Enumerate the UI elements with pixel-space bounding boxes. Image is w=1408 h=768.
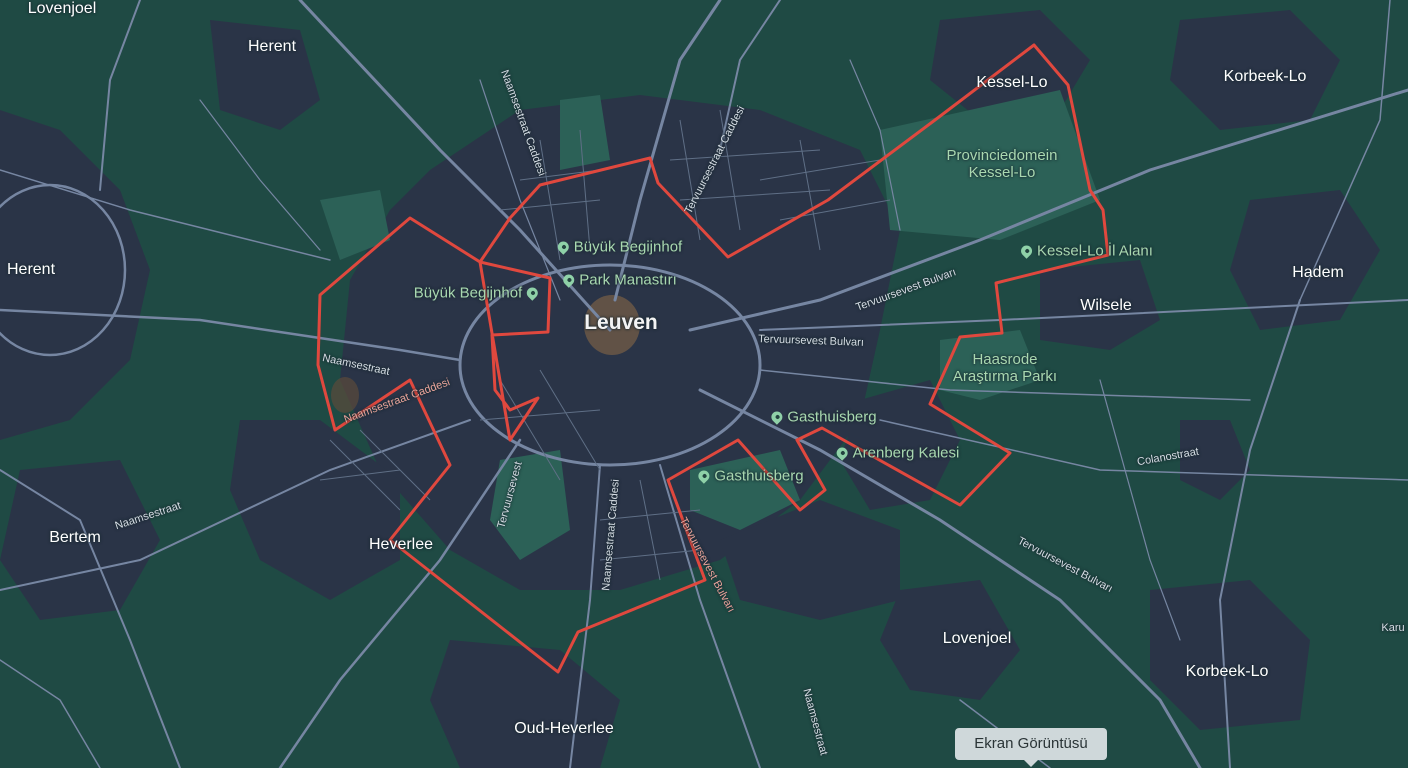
urban-highlight bbox=[331, 377, 359, 413]
poi-marker[interactable]: Park Manastırı bbox=[560, 272, 677, 289]
map-pin-icon bbox=[834, 445, 850, 461]
street-label: Karu bbox=[1381, 622, 1405, 634]
city-label: Herent bbox=[247, 38, 297, 55]
poi-marker[interactable]: Gasthuisberg bbox=[696, 468, 804, 485]
map-pin-icon bbox=[555, 239, 572, 255]
park-label: Provinciedomein Kessel-Lo bbox=[946, 147, 1058, 181]
poi-marker[interactable]: Büyük Begijnhof bbox=[555, 239, 682, 256]
poi-marker[interactable]: Arenberg Kalesi bbox=[834, 445, 959, 462]
poi-marker[interactable]: Büyük Begijnhof bbox=[414, 285, 541, 302]
map-pin-icon bbox=[769, 409, 785, 425]
map-pin-icon bbox=[1018, 243, 1035, 259]
city-label: Korbeek-Lo bbox=[1185, 663, 1269, 680]
map-pin-icon bbox=[524, 285, 541, 301]
city-label: Wilsele bbox=[1080, 297, 1132, 314]
poi-marker[interactable]: Kessel-Lo İl Alanı bbox=[1018, 243, 1153, 260]
map-pin-icon bbox=[560, 272, 577, 288]
city-label: Korbeek-Lo bbox=[1223, 68, 1307, 85]
city-label: Hadem bbox=[1292, 264, 1344, 281]
center-city-label: Leuven bbox=[584, 311, 658, 334]
map-canvas[interactable] bbox=[0, 0, 1408, 768]
park-label: Haasrode Araştırma Parkı bbox=[952, 351, 1058, 385]
city-label: Bertem bbox=[49, 529, 101, 546]
city-label: Lovenjoel bbox=[942, 630, 1012, 647]
screenshot-tooltip: Ekran Görüntüsü bbox=[955, 728, 1107, 767]
city-label: Oud-Heverlee bbox=[514, 720, 614, 737]
city-label: Kessel-Lo bbox=[976, 74, 1048, 91]
poi-marker[interactable]: Gasthuisberg bbox=[769, 409, 877, 426]
city-label: Lovenjoel bbox=[27, 0, 97, 17]
city-label: Herent bbox=[6, 261, 56, 278]
city-label: Heverlee bbox=[368, 536, 434, 553]
map-view[interactable]: Lovenjoel Herent Herent Kessel-Lo Korbee… bbox=[0, 0, 1408, 768]
map-pin-icon bbox=[696, 468, 712, 484]
